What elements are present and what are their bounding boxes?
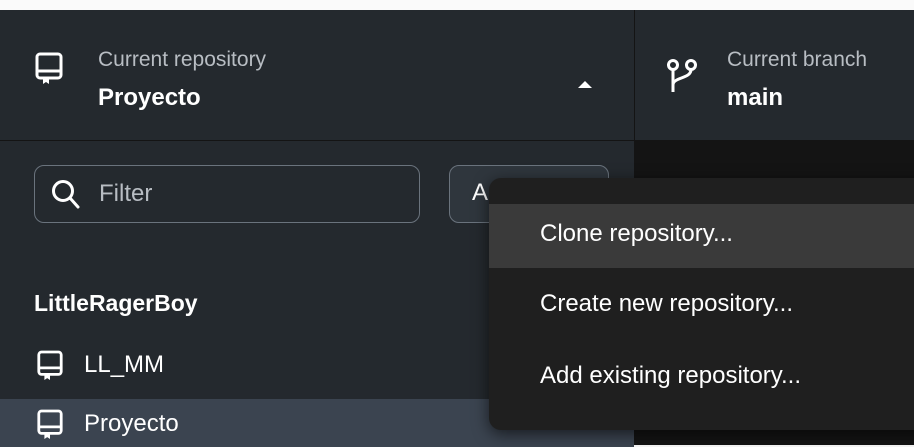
repo-icon [36,350,64,382]
filter-input[interactable] [99,176,399,212]
menu-item-clone-repository[interactable]: Clone repository... [489,204,914,268]
current-repository-name: Proyecto [98,84,201,111]
current-branch-name: main [727,84,784,111]
menu-item-label: Create new repository... [540,290,793,317]
repo-icon [34,52,64,86]
current-repository-caption: Current repository [98,48,267,71]
search-icon [51,179,81,211]
repo-group-header: LittleRagerBoy [34,290,198,316]
caret-up-icon [578,81,592,88]
repo-list-item-label: Proyecto [84,410,179,437]
repo-icon [36,409,64,441]
current-branch-caption: Current branch [727,48,868,71]
filter-field[interactable] [34,165,420,223]
current-branch-dropdown[interactable]: Current branch main [634,10,914,140]
menu-item-label: Clone repository... [540,220,733,247]
menu-item-create-new-repository[interactable]: Create new repository... [489,274,914,338]
menu-item-add-existing-repository[interactable]: Add existing repository... [489,346,914,410]
git-branch-icon [665,58,699,94]
repo-list-item-label: LL_MM [84,351,165,378]
add-repository-menu: Clone repository... Create new repositor… [489,178,914,430]
current-repository-dropdown[interactable]: Current repository Proyecto [0,10,634,141]
desktop-app-window: Current repository Proyecto A LittleRage… [0,10,914,447]
menu-item-label: Add existing repository... [540,362,802,389]
